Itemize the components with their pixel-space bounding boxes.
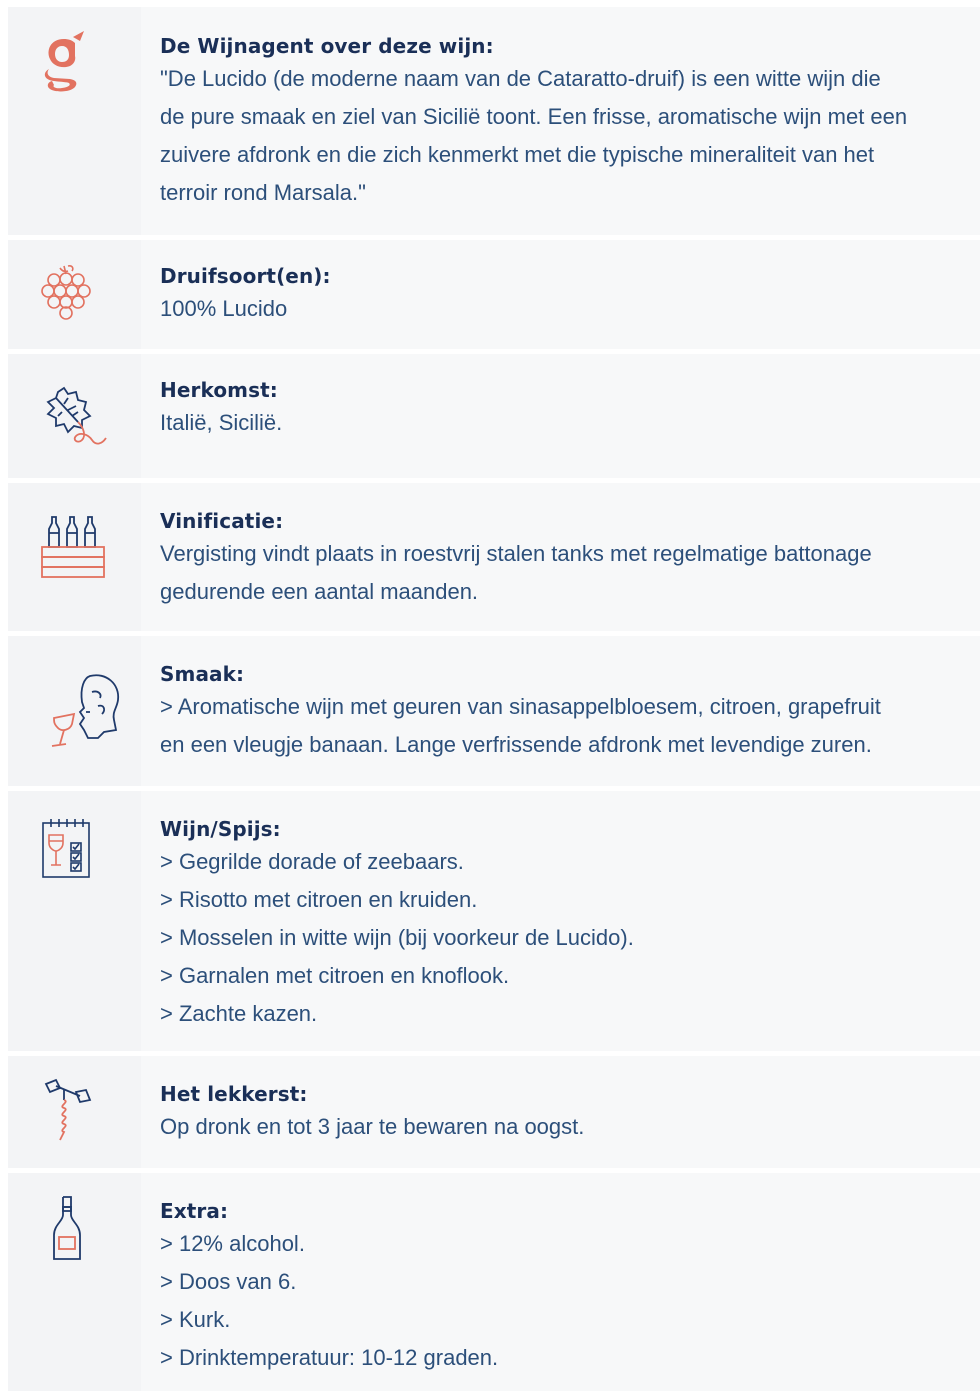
body-line: de pure smaak en ziel van Sicilië toont.… bbox=[160, 104, 908, 129]
body-line: > Kurk. bbox=[160, 1307, 231, 1332]
body-line: terroir rond Marsala." bbox=[160, 180, 366, 205]
section-icon-column bbox=[8, 240, 141, 349]
section-text: Druifsoort(en): 100% Lucido bbox=[141, 240, 980, 349]
section-text: Extra: > 12% alcohol. > Doos van 6. > Ku… bbox=[141, 1173, 980, 1391]
section-body: > Aromatische wijn met geuren van sinasa… bbox=[160, 688, 970, 764]
section-text: Smaak: > Aromatische wijn met geuren van… bbox=[141, 636, 980, 786]
section-heading: Vinificatie: bbox=[160, 509, 284, 533]
vine-leaf-icon bbox=[38, 384, 112, 454]
grapes-icon bbox=[40, 262, 92, 322]
section-body: > 12% alcohol. > Doos van 6. > Kurk. > D… bbox=[160, 1225, 970, 1377]
section-heading: Druifsoort(en): bbox=[160, 264, 331, 288]
section-icon-column bbox=[8, 636, 141, 786]
section-text: Het lekkerst: Op dronk en tot 3 jaar te … bbox=[141, 1056, 980, 1168]
section-icon-column bbox=[8, 483, 141, 631]
body-line: gedurende een aantal maanden. bbox=[160, 579, 479, 604]
body-line: > 12% alcohol. bbox=[160, 1231, 305, 1256]
body-line: Italië, Sicilië. bbox=[160, 410, 283, 435]
section-heading: Herkomst: bbox=[160, 378, 278, 402]
section-heading: Smaak: bbox=[160, 662, 245, 686]
body-line: "De Lucido (de moderne naam van de Catar… bbox=[160, 66, 881, 91]
section-herkomst: Herkomst: Italië, Sicilië. bbox=[8, 354, 980, 478]
section-text: Herkomst: Italië, Sicilië. bbox=[141, 354, 980, 478]
section-druifsoort: Druifsoort(en): 100% Lucido bbox=[8, 240, 980, 349]
section-body: > Gegrilde dorade of zeebaars. > Risotto… bbox=[160, 843, 970, 1033]
section-heading: Extra: bbox=[160, 1199, 229, 1223]
wine-crate-icon bbox=[40, 513, 108, 581]
body-line: > Mosselen in witte wijn (bij voorkeur d… bbox=[160, 925, 634, 950]
section-icon-column bbox=[8, 354, 141, 478]
section-body: Vergisting vindt plaats in roestvrij sta… bbox=[160, 535, 970, 611]
section-body: "De Lucido (de moderne naam van de Catar… bbox=[160, 60, 970, 212]
section-text: Vinificatie: Vergisting vindt plaats in … bbox=[141, 483, 980, 631]
section-text: Wijn/Spijs: > Gegrilde dorade of zeebaar… bbox=[141, 791, 980, 1051]
body-line: Vergisting vindt plaats in roestvrij sta… bbox=[160, 541, 872, 566]
pairing-checklist-icon bbox=[41, 817, 91, 879]
wine-bottle-icon bbox=[52, 1195, 82, 1263]
wine-details-sheet: De Wijnagent over deze wijn: "De Lucido … bbox=[0, 0, 980, 1391]
section-body: Italië, Sicilië. bbox=[160, 404, 970, 442]
tasting-face-icon bbox=[40, 668, 128, 752]
section-extra: Extra: > 12% alcohol. > Doos van 6. > Ku… bbox=[8, 1173, 980, 1391]
section-icon-column bbox=[8, 1173, 141, 1391]
body-line: en een vleugje banaan. Lange verfrissend… bbox=[160, 732, 872, 757]
body-line: > Aromatische wijn met geuren van sinasa… bbox=[160, 694, 881, 719]
body-line: > Doos van 6. bbox=[160, 1269, 297, 1294]
body-line: > Gegrilde dorade of zeebaars. bbox=[160, 849, 464, 874]
body-line: > Risotto met citroen en kruiden. bbox=[160, 887, 478, 912]
section-icon-column bbox=[8, 791, 141, 1051]
section-icon-column bbox=[8, 1056, 141, 1168]
wijnagent-logo-icon bbox=[40, 29, 90, 97]
section-het-lekkerst: Het lekkerst: Op dronk en tot 3 jaar te … bbox=[8, 1056, 980, 1168]
body-line: zuivere afdronk en die zich kenmerkt met… bbox=[160, 142, 875, 167]
body-line: Op dronk en tot 3 jaar te bewaren na oog… bbox=[160, 1114, 585, 1139]
body-line: > Drinktemperatuur: 10-12 graden. bbox=[160, 1345, 499, 1370]
section-smaak: Smaak: > Aromatische wijn met geuren van… bbox=[8, 636, 980, 786]
section-vinificatie: Vinificatie: Vergisting vindt plaats in … bbox=[8, 483, 980, 631]
body-line: 100% Lucido bbox=[160, 296, 288, 321]
section-heading: Wijn/Spijs: bbox=[160, 817, 281, 841]
section-heading: Het lekkerst: bbox=[160, 1082, 308, 1106]
section-heading: De Wijnagent over deze wijn: bbox=[160, 34, 494, 58]
body-line: > Zachte kazen. bbox=[160, 1001, 318, 1026]
body-line: > Garnalen met citroen en knoflook. bbox=[160, 963, 510, 988]
section-icon-column bbox=[8, 7, 141, 235]
section-wijn-spijs: Wijn/Spijs: > Gegrilde dorade of zeebaar… bbox=[8, 791, 980, 1051]
corkscrew-icon bbox=[42, 1078, 94, 1142]
section-text: De Wijnagent over deze wijn: "De Lucido … bbox=[141, 7, 980, 235]
section-body: 100% Lucido bbox=[160, 290, 970, 328]
section-wijnagent: De Wijnagent over deze wijn: "De Lucido … bbox=[8, 7, 980, 235]
section-body: Op dronk en tot 3 jaar te bewaren na oog… bbox=[160, 1108, 970, 1146]
